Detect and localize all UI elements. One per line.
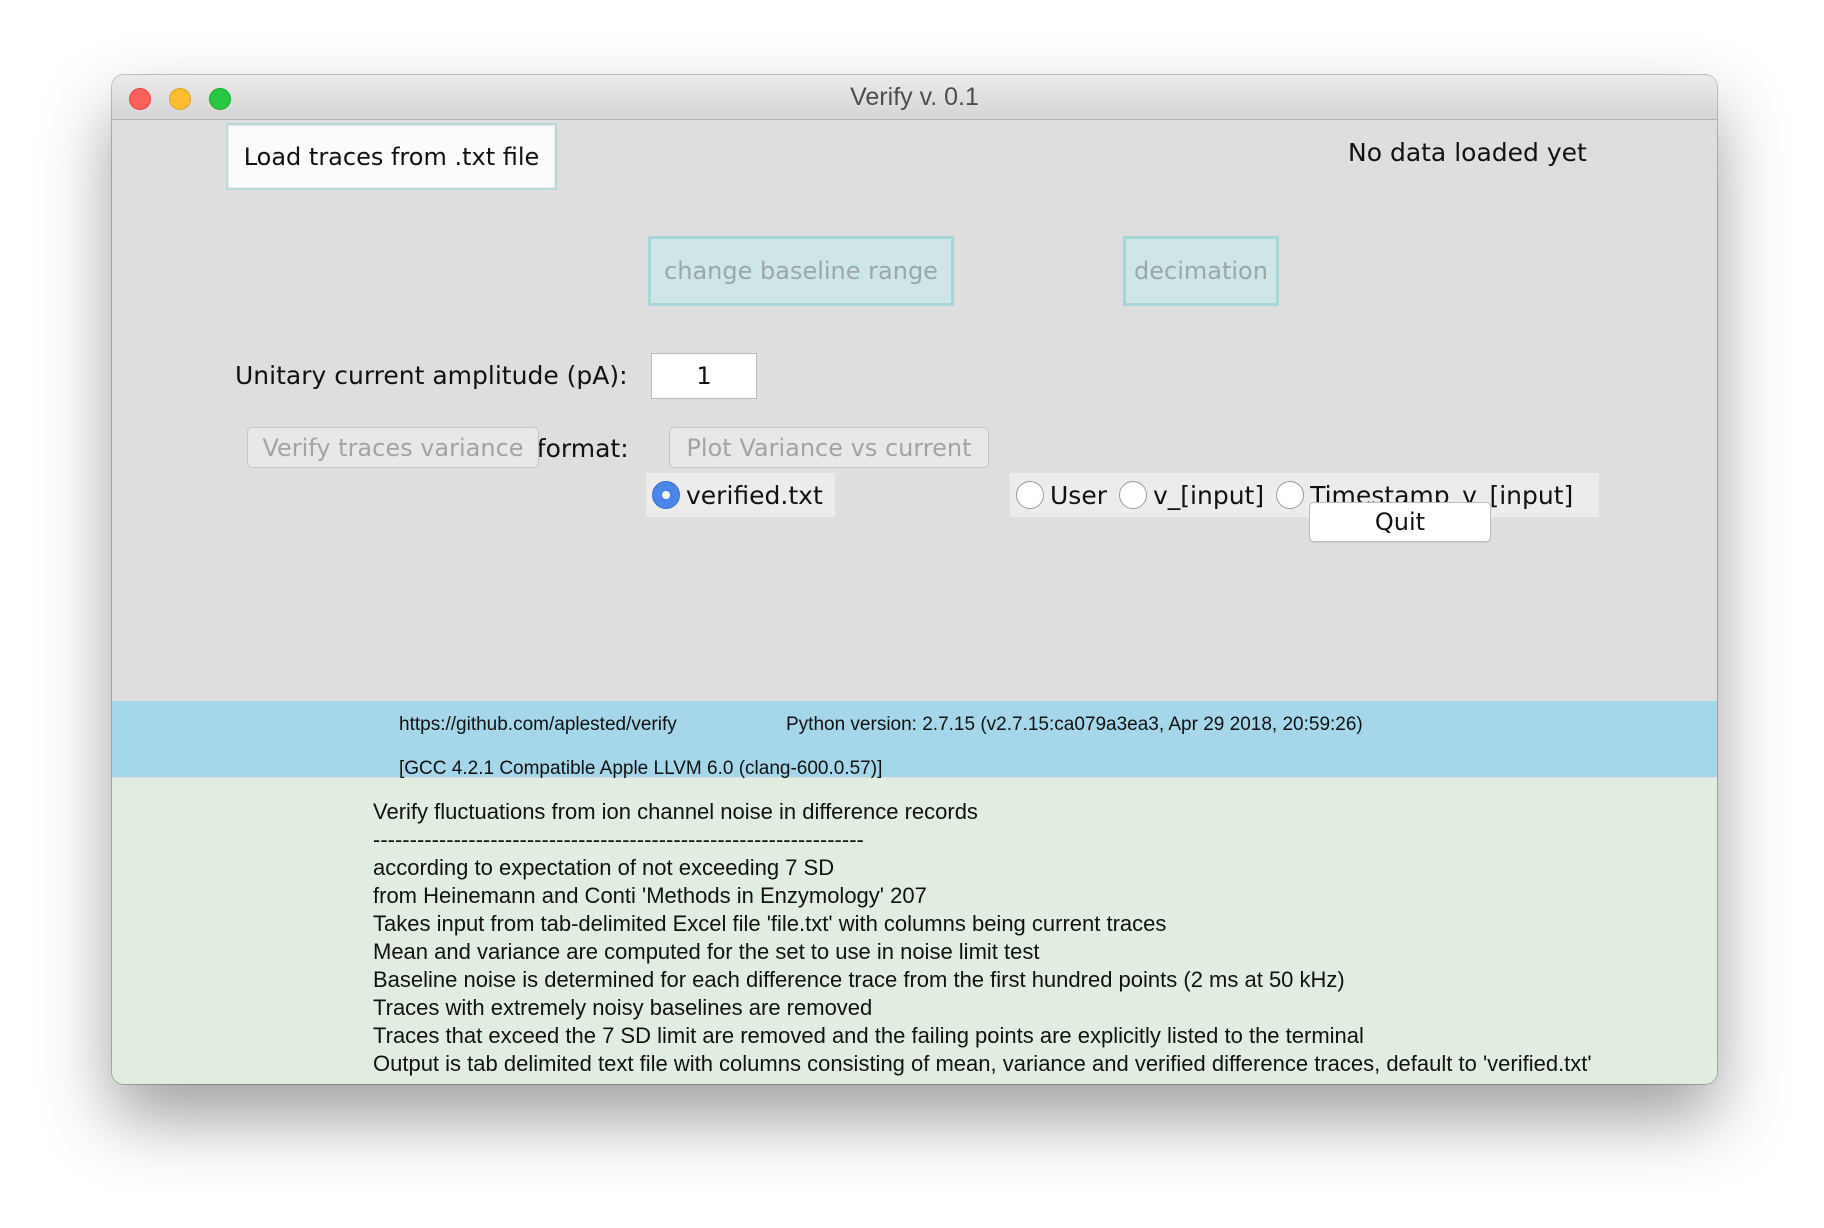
app-window: Verify v. 0.1 Load traces from .txt file… [112,75,1717,1084]
radio-indicator [1118,481,1147,509]
window-title: Verify v. 0.1 [850,83,979,111]
amplitude-label: Unitary current amplitude (pA): [235,361,628,390]
radio-label: User [1050,480,1107,510]
description-line: Mean and variance are computed for the s… [373,939,1040,964]
description-line: Verify fluctuations from ion channel noi… [373,799,978,824]
format-radio-group-primary: verified.txt [646,473,835,517]
title-bar: Verify v. 0.1 [112,75,1717,120]
amplitude-input[interactable] [651,353,757,399]
github-url: https://github.com/aplested/verify [399,714,677,735]
verify-variance-button[interactable]: Verify traces variance [247,427,539,468]
description-line: Traces that exceed the 7 SD limit are re… [373,1023,1364,1048]
description-line: Baseline noise is determined for each di… [373,967,1345,992]
description-line: Traces with extremely noisy baselines ar… [373,995,873,1020]
decimation-button[interactable]: decimation [1123,236,1279,306]
radio-indicator [1276,481,1305,509]
radio-v-input[interactable]: v_[input] [1118,480,1265,510]
radio-selected-indicator [652,481,680,509]
radio-user[interactable]: User [1016,481,1107,510]
radio-label: v_[input] [1152,480,1265,510]
description-line: Output is tab delimited text file with c… [373,1051,1592,1076]
quit-button[interactable]: Quit [1309,502,1491,542]
format-radio-group-secondary: User v_[input] Timestamp_v_[input] [1010,473,1599,517]
data-status-label: No data loaded yet [1348,138,1587,167]
description-text: Verify fluctuations from ion channel noi… [326,798,1626,1078]
description-line: from Heinemann and Conti 'Methods in Enz… [373,883,927,908]
description-panel: Verify fluctuations from ion channel noi… [112,778,1717,1084]
radio-label: verified.txt [686,480,823,510]
load-traces-button[interactable]: Load traces from .txt file [226,123,557,190]
compiler-info: [GCC 4.2.1 Compatible Apple LLVM 6.0 (cl… [399,758,883,779]
main-content: Load traces from .txt file No data loade… [112,120,1717,1084]
description-line: Takes input from tab-delimited Excel fil… [373,911,1167,936]
radio-indicator [1016,481,1044,509]
change-baseline-button[interactable]: change baseline range [648,236,954,306]
description-line: ----------------------------------------… [373,827,864,852]
radio-verified-txt[interactable]: verified.txt [652,481,823,510]
python-version: Python version: 2.7.15 (v2.7.15:ca079a3e… [786,714,1363,735]
info-bar: https://github.com/aplested/verify Pytho… [112,701,1717,779]
description-line: according to expectation of not exceedin… [373,855,835,880]
plot-variance-button[interactable]: Plot Variance vs current [669,427,989,468]
